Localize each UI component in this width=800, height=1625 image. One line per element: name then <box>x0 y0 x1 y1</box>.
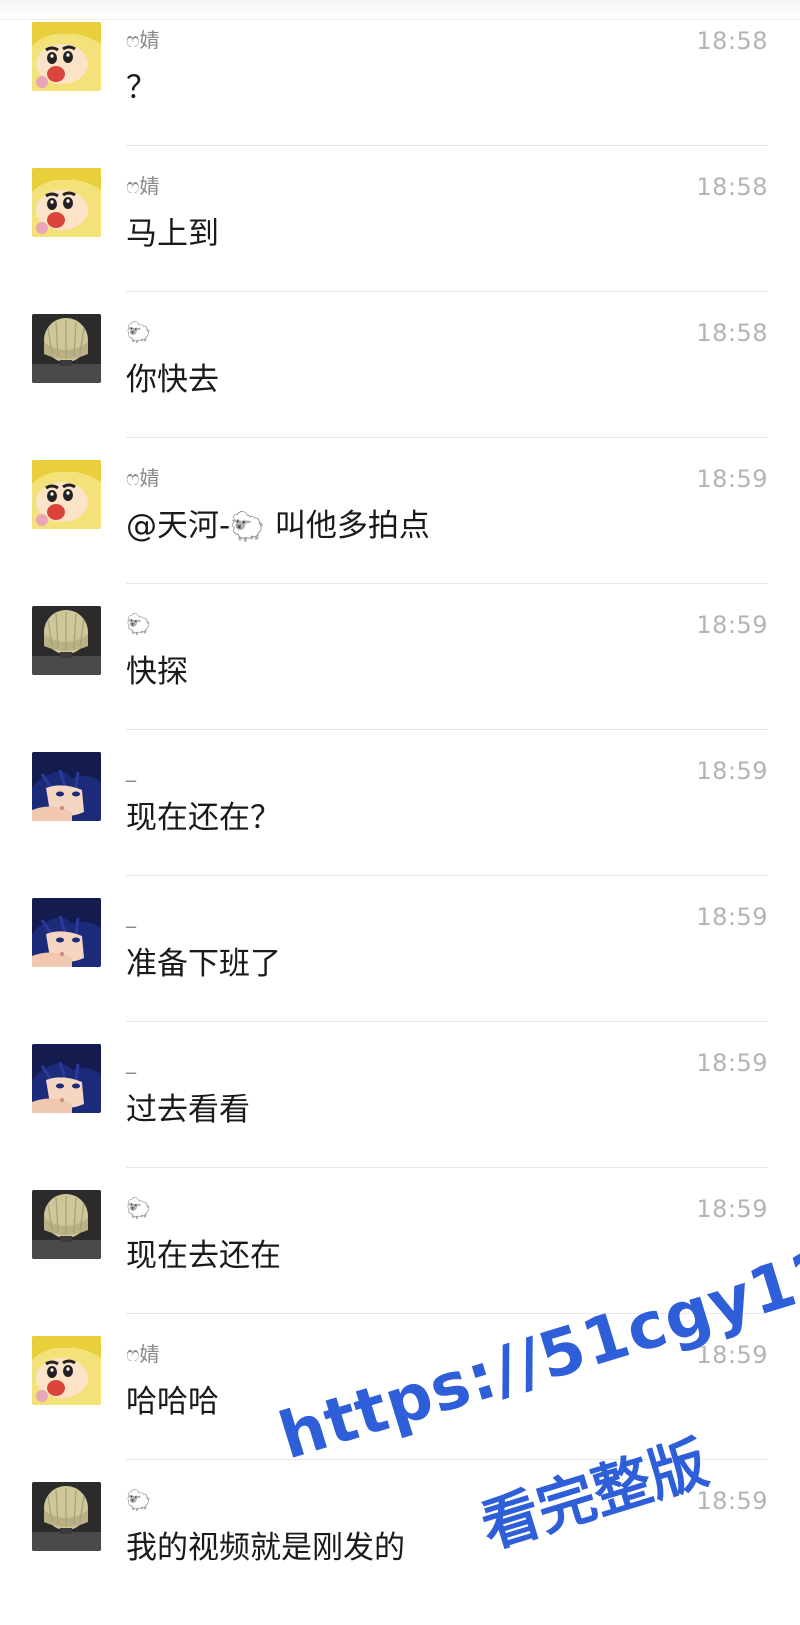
sender-name: ෆ婧 <box>126 28 160 52</box>
chat-history-page: ෆ婧 18:58 ？ ෆ婧 18:58 马上到 🐑 18:58 你快去 ෆ婧 1… <box>0 0 800 1625</box>
message-row[interactable]: 🐑 18:59 现在去还在 <box>0 1168 800 1314</box>
message-row[interactable]: ෆ婧 18:59 哈哈哈 <box>0 1314 800 1460</box>
sender-name: ෆ婧 <box>126 174 160 198</box>
sender-name: 🐑 <box>126 1196 151 1220</box>
sender-name: ෆ婧 <box>126 1342 160 1366</box>
sender-name: _ <box>126 1050 136 1074</box>
message-row[interactable]: ෆ婧 18:58 ？ <box>0 0 800 146</box>
message-row[interactable]: 🐑 18:58 你快去 <box>0 292 800 438</box>
message-time: 18:58 <box>696 27 768 55</box>
message-row[interactable]: 🐑 18:59 快探 <box>0 584 800 730</box>
message-row[interactable]: _ 18:59 过去看看 <box>0 1022 800 1168</box>
message-row[interactable]: ෆ婧 18:59 @天河-🐑 叫他多拍点 <box>0 438 800 584</box>
message-text: @天河-🐑 叫他多拍点 <box>126 506 430 547</box>
sender-name: ෆ婧 <box>126 466 160 490</box>
sender-name: 🐑 <box>126 612 151 636</box>
sheep-emoji: 🐑 <box>230 510 266 543</box>
message-text: ？ <box>126 70 157 106</box>
message-text: 现在去还在 <box>126 1238 281 1274</box>
message-text: 快探 <box>126 654 188 690</box>
message-text: 现在还在？ <box>126 800 281 836</box>
message-time: 18:59 <box>696 1049 768 1077</box>
message-time: 18:59 <box>696 1195 768 1223</box>
message-row[interactable]: 🐑 18:59 我的视频就是刚发的 <box>0 1460 800 1606</box>
blonde-hair-avatar[interactable] <box>32 1482 101 1551</box>
blonde-hair-avatar[interactable] <box>32 1190 101 1259</box>
message-time: 18:58 <box>696 173 768 201</box>
shinchan-avatar[interactable] <box>32 1336 101 1405</box>
blonde-hair-avatar[interactable] <box>32 314 101 383</box>
blonde-hair-avatar[interactable] <box>32 606 101 675</box>
message-time: 18:59 <box>696 611 768 639</box>
shinchan-avatar[interactable] <box>32 22 101 91</box>
message-row[interactable]: _ 18:59 准备下班了 <box>0 876 800 1022</box>
message-row[interactable]: ෆ婧 18:58 马上到 <box>0 146 800 292</box>
message-time: 18:58 <box>696 319 768 347</box>
sender-name: _ <box>126 904 136 928</box>
message-time: 18:59 <box>696 1487 768 1515</box>
anime-boy-avatar[interactable] <box>32 1044 101 1113</box>
message-time: 18:59 <box>696 903 768 931</box>
message-time: 18:59 <box>696 1341 768 1369</box>
message-text: 你快去 <box>126 362 219 398</box>
sender-name: _ <box>126 758 136 782</box>
anime-boy-avatar[interactable] <box>32 898 101 967</box>
shinchan-avatar[interactable] <box>32 460 101 529</box>
message-time: 18:59 <box>696 465 768 493</box>
anime-boy-avatar[interactable] <box>32 752 101 821</box>
sender-name: 🐑 <box>126 320 151 344</box>
sender-name: 🐑 <box>126 1488 151 1512</box>
message-text: 准备下班了 <box>126 946 281 982</box>
message-text: 我的视频就是刚发的 <box>126 1530 405 1566</box>
message-time: 18:59 <box>696 757 768 785</box>
message-row[interactable]: _ 18:59 现在还在？ <box>0 730 800 876</box>
message-text: 马上到 <box>126 216 219 252</box>
message-text: 哈哈哈 <box>126 1384 219 1420</box>
shinchan-avatar[interactable] <box>32 168 101 237</box>
message-text-rest: 叫他多拍点 <box>265 508 430 544</box>
message-text: 过去看看 <box>126 1092 250 1128</box>
mention-text[interactable]: @天河- <box>126 508 230 544</box>
